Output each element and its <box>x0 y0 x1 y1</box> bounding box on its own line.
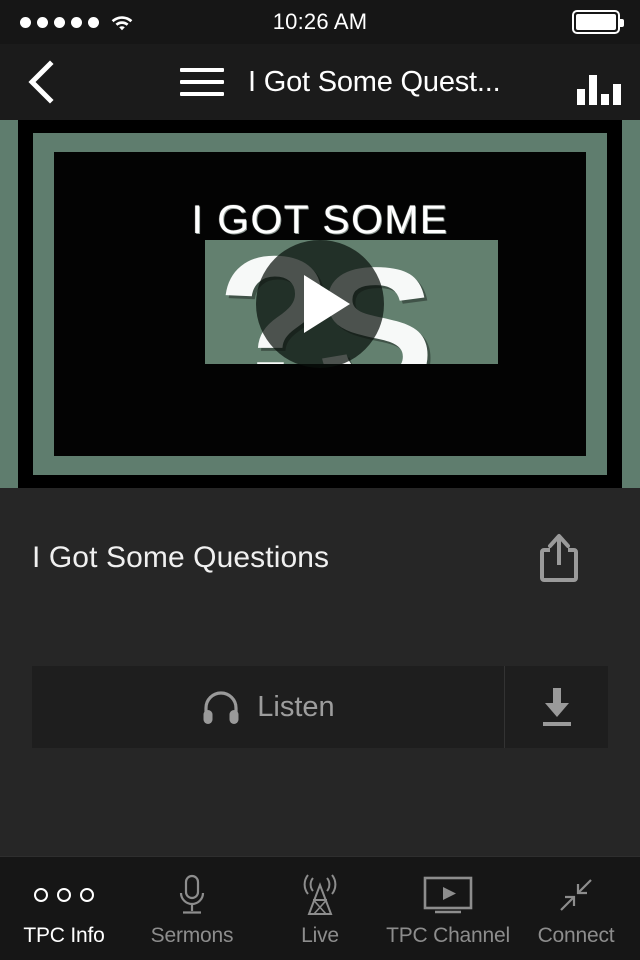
detail-section: I Got Some Questions Listen <box>0 488 640 856</box>
video-player-thumbnail[interactable]: I GOT SOME ? S <box>0 120 640 488</box>
artwork-headline: I GOT SOME <box>191 198 449 242</box>
headphones-icon <box>203 691 239 724</box>
detail-header: I Got Some Questions <box>32 488 608 586</box>
hamburger-menu-icon[interactable] <box>180 59 226 105</box>
chevron-left-icon <box>28 60 54 104</box>
broadcast-tower-icon <box>303 873 337 915</box>
navigation-bar: I Got Some Quest... <box>0 44 640 120</box>
back-button[interactable] <box>18 59 64 105</box>
tab-label-sermons: Sermons <box>150 923 234 947</box>
share-icon <box>540 534 578 582</box>
three-circles-icon <box>34 874 94 916</box>
tab-label-live: Live <box>301 923 339 947</box>
tab-bar: TPC Info Sermons Live TPC Channel Connec… <box>0 856 640 960</box>
status-bar-right <box>572 10 624 34</box>
share-button[interactable] <box>536 530 582 586</box>
play-button[interactable] <box>256 240 384 368</box>
battery-full-icon <box>572 10 624 34</box>
play-icon <box>304 275 350 333</box>
tab-label-tpc-info: TPC Info <box>23 923 105 947</box>
action-row: Listen <box>32 666 608 748</box>
media-title: I Got Some Questions <box>32 541 330 574</box>
tab-label-connect: Connect <box>537 923 615 947</box>
collapse-arrows-icon <box>560 878 592 911</box>
tab-tpc-channel[interactable]: TPC Channel <box>384 857 512 960</box>
tab-sermons[interactable]: Sermons <box>128 857 256 960</box>
signal-dots-icon <box>20 16 99 28</box>
download-button[interactable] <box>504 666 608 748</box>
tab-label-tpc-channel: TPC Channel <box>386 923 510 947</box>
listen-label: Listen <box>257 690 335 723</box>
wifi-icon <box>111 16 133 31</box>
tv-play-icon <box>423 876 473 913</box>
download-icon <box>542 688 571 726</box>
status-bar-left <box>20 13 134 31</box>
microphone-icon <box>179 874 205 914</box>
tab-tpc-info[interactable]: TPC Info <box>0 857 128 960</box>
page-title: I Got Some Quest... <box>248 65 501 98</box>
bar-chart-icon[interactable] <box>576 59 622 105</box>
tab-live[interactable]: Live <box>256 857 384 960</box>
app-root: 10:26 AM I Got Some Quest... I GOT SOME … <box>0 0 640 960</box>
status-bar: 10:26 AM <box>0 0 640 44</box>
tab-connect[interactable]: Connect <box>512 857 640 960</box>
listen-button[interactable]: Listen <box>32 666 504 748</box>
